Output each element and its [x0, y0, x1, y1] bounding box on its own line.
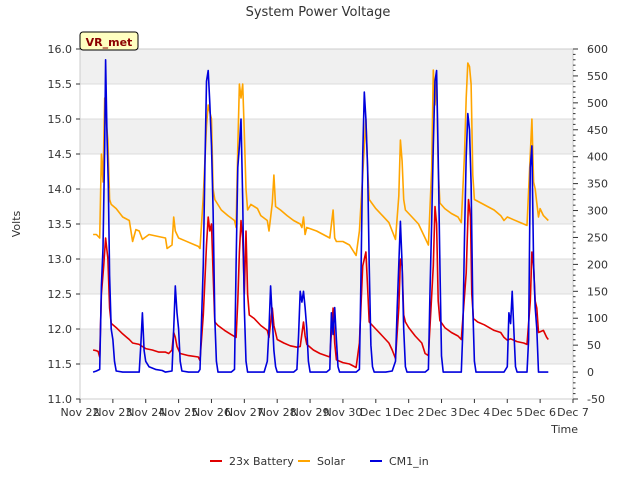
y-left-tick-label: 16.0	[48, 43, 73, 56]
chart-title: System Power Voltage	[246, 5, 391, 20]
y-left-tick-label: 14.5	[48, 148, 73, 161]
x-tick-label: Dec 3	[426, 406, 458, 419]
legend-label: CM1_in	[389, 455, 429, 468]
x-axis: Nov 22Nov 23Nov 24Nov 25Nov 26Nov 27Nov …	[61, 399, 589, 419]
y-right-tick-label: 50	[587, 339, 601, 352]
y-right-tick-label: 250	[587, 231, 608, 244]
x-tick-label: Dec 2	[393, 406, 425, 419]
y-right-tick-label: 200	[587, 258, 608, 271]
x-tick-label: Dec 1	[360, 406, 392, 419]
x-tick-label: Nov 30	[323, 406, 362, 419]
y-right-tick-label: 400	[587, 151, 608, 164]
y-left-tick-label: 15.0	[48, 113, 73, 126]
y-right-tick-label: 150	[587, 285, 608, 298]
legend-label: 23x Battery	[229, 455, 294, 468]
badge-label: VR_met	[86, 36, 133, 49]
vr-met-badge: VR_met	[79, 31, 139, 51]
y-left-tick-label: 11.0	[48, 393, 73, 406]
x-tick-label: Dec 4	[459, 406, 491, 419]
y-right-tick-label: 500	[587, 97, 608, 110]
background-band	[80, 259, 573, 294]
y-right-tick-label: 100	[587, 312, 608, 325]
x-tick-label: Dec 6	[524, 406, 556, 419]
y-right-tick-label: 550	[587, 70, 608, 83]
y-right-tick-label: 600	[587, 43, 608, 56]
y-left-tick-label: 14.0	[48, 183, 73, 196]
power-voltage-chart: Nov 22Nov 23Nov 24Nov 25Nov 26Nov 27Nov …	[10, 5, 608, 468]
y-left-tick-label: 13.5	[48, 218, 73, 231]
background-band	[80, 329, 573, 364]
y-left-tick-label: 13.0	[48, 253, 73, 266]
y-right-tick-label: 0	[587, 366, 594, 379]
legend-label: Solar	[317, 455, 346, 468]
y-left-tick-label: 11.5	[48, 358, 73, 371]
y-right-tick-label: -50	[587, 393, 605, 406]
background-band	[80, 119, 573, 154]
y-right-tick-label: 350	[587, 178, 608, 191]
background-band	[80, 189, 573, 224]
y-axis-title: Volts	[10, 210, 23, 237]
x-axis-title: Time	[550, 423, 578, 436]
y-left-tick-label: 12.0	[48, 323, 73, 336]
y-axis-left: 11.0 11.5 12.0 12.5 13.0 13.5 14.0 14.5 15.0 15.5…	[48, 43, 80, 406]
x-tick-label: Dec 7	[557, 406, 589, 419]
y-right-tick-label: 300	[587, 205, 608, 218]
y-left-tick-label: 12.5	[48, 288, 73, 301]
legend: 23x Battery Solar CM1_in	[210, 455, 429, 468]
y-axis-right: -50 0 50 100 150 200 250 300 350 400 450 500 550 600	[573, 43, 608, 406]
y-right-tick-label: 450	[587, 124, 608, 137]
x-tick-label: Dec 5	[491, 406, 523, 419]
y-left-tick-label: 15.5	[48, 78, 73, 91]
background-band	[80, 49, 573, 84]
